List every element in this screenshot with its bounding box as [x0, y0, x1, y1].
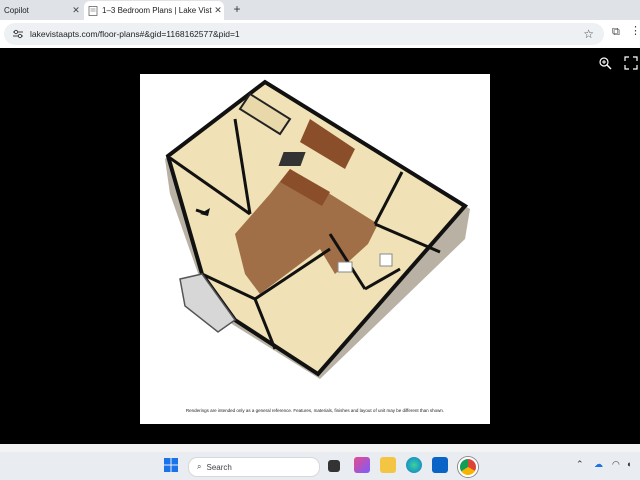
close-icon[interactable]: ✕ [70, 5, 82, 16]
chevron-up-icon[interactable]: ⌃ [576, 459, 584, 470]
bookmark-star-icon[interactable]: ☆ [583, 27, 594, 41]
tab-title: Copilot [4, 5, 29, 15]
file-explorer-icon[interactable] [380, 457, 396, 473]
new-tab-button[interactable]: + [229, 2, 245, 16]
edge-icon[interactable] [406, 457, 422, 473]
speaker-icon[interactable]: ◖ [626, 459, 631, 469]
chrome-icon[interactable] [458, 457, 478, 477]
onedrive-icon[interactable]: ☁ [594, 459, 603, 470]
url-text: lakevistaapts.com/floor-plans#&gid=11681… [30, 29, 240, 39]
taskbar-search[interactable]: ⌕ Search [188, 457, 320, 477]
fullscreen-icon[interactable] [624, 56, 638, 70]
wifi-icon[interactable]: ◠ [612, 459, 620, 470]
tab-title: 1–3 Bedroom Plans | Lake Vista [102, 6, 212, 15]
search-icon: ⌕ [197, 462, 202, 471]
widgets-icon[interactable] [354, 457, 370, 473]
viewer-bottom-bar [0, 444, 640, 452]
search-placeholder: Search [206, 462, 232, 472]
tab-copilot[interactable]: Copilot ✕ [0, 0, 82, 20]
taskbar: ⌕ Search ⌃ ☁ ◠ ◖ [0, 452, 640, 480]
floor-plan-drawing [165, 79, 470, 379]
extensions-icon[interactable]: ⧉ [612, 26, 620, 39]
outlook-icon[interactable] [432, 457, 448, 473]
image-viewer: Renderings are intended only as a genera… [0, 48, 640, 444]
zoom-in-icon[interactable] [598, 56, 612, 70]
tab-strip: Copilot ✕ 1–3 Bedroom Plans | Lake Vista… [0, 0, 640, 20]
more-menu-icon[interactable]: ⋮ [630, 24, 640, 37]
task-view-icon[interactable] [328, 460, 340, 472]
browser-toolbar: lakevistaapts.com/floor-plans#&gid=11681… [0, 20, 640, 48]
address-bar[interactable]: lakevistaapts.com/floor-plans#&gid=11681… [4, 23, 604, 45]
close-icon[interactable]: ✕ [212, 5, 224, 16]
windows-start-icon[interactable] [163, 457, 179, 473]
tab-floor-plans[interactable]: 1–3 Bedroom Plans | Lake Vista ✕ [84, 1, 224, 20]
site-info-icon[interactable] [12, 28, 24, 40]
document-icon [88, 5, 98, 16]
floor-plan-image: Renderings are intended only as a genera… [140, 74, 490, 424]
disclaimer-text: Renderings are intended only as a genera… [185, 408, 445, 413]
